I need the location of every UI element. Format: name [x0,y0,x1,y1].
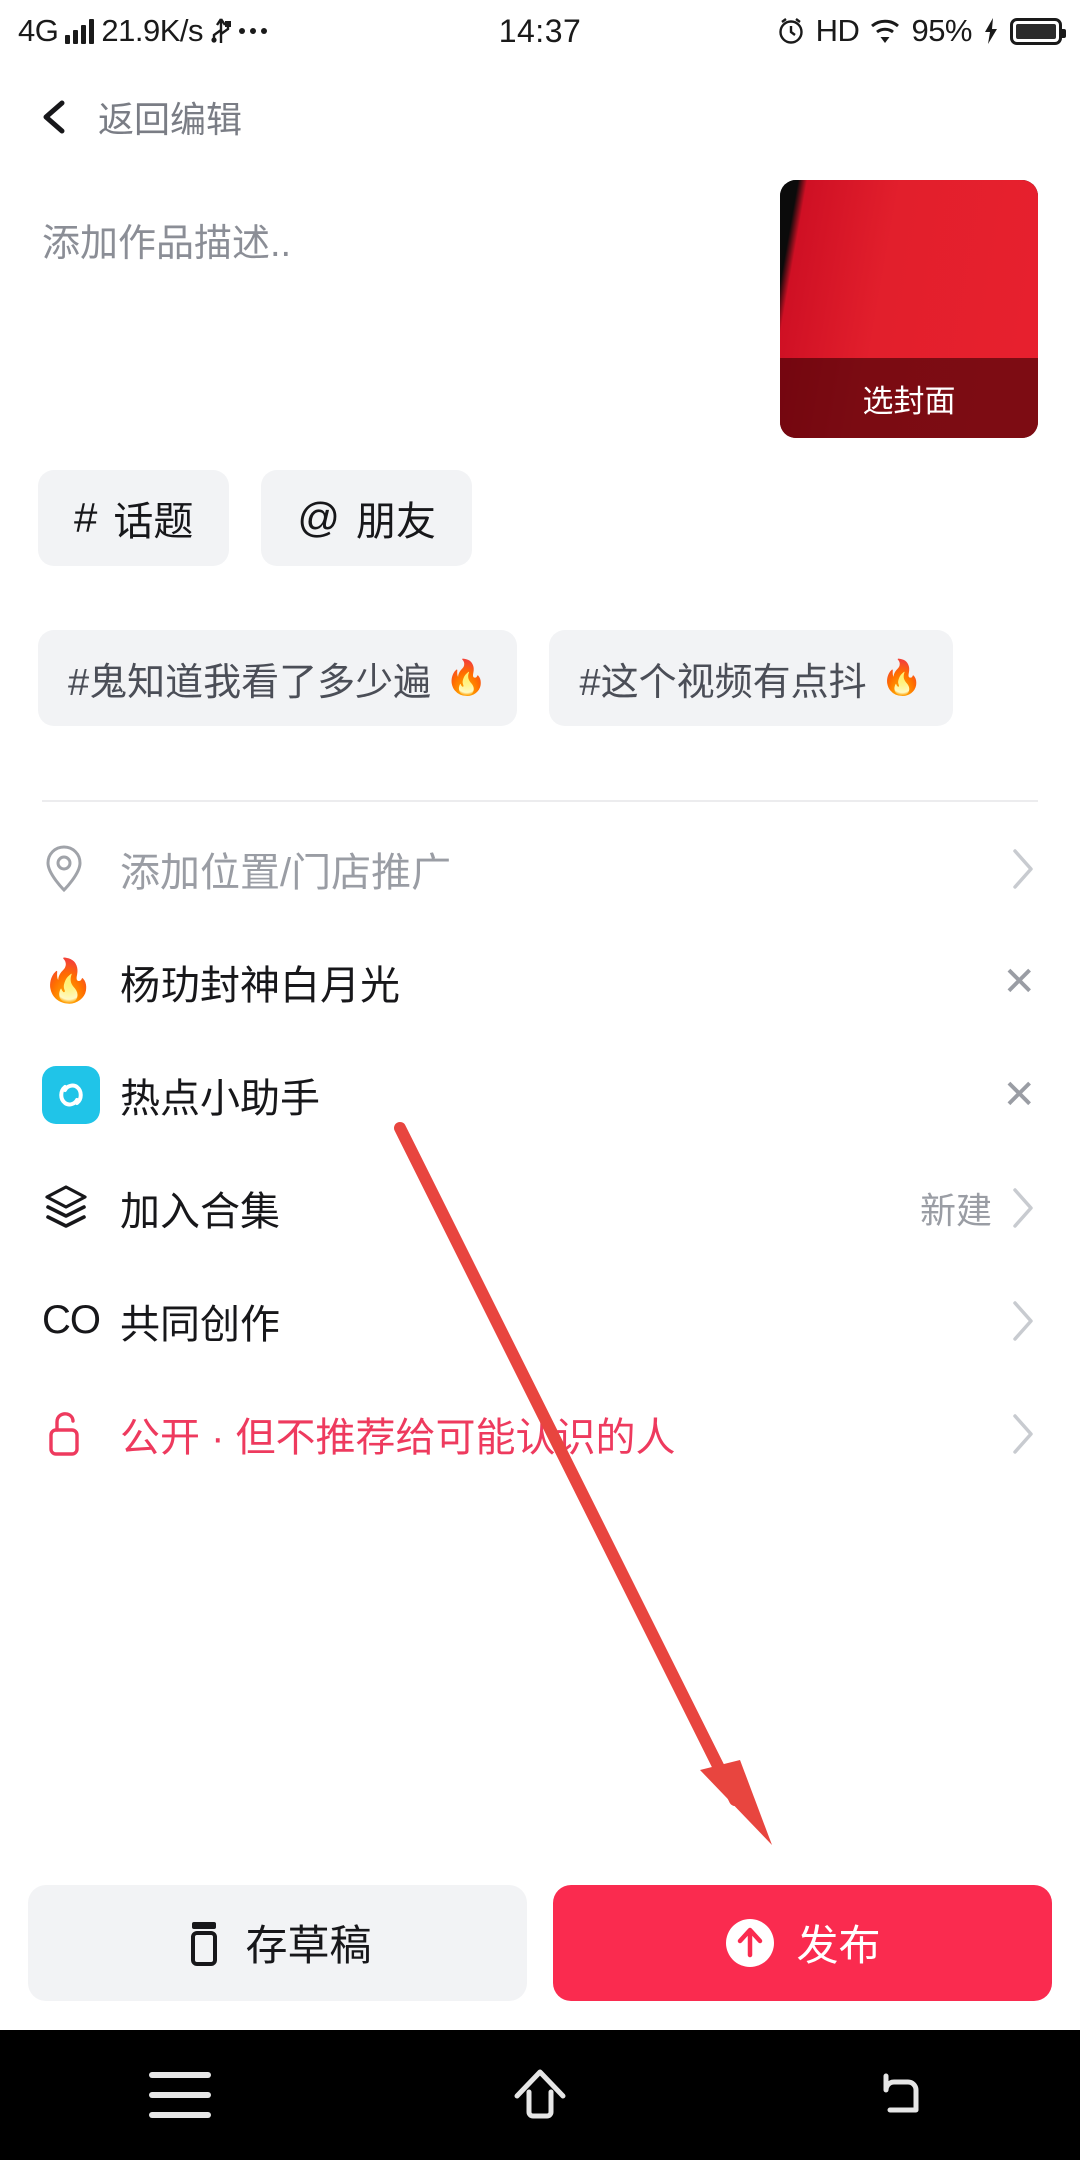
charging-bolt-icon [985,18,997,44]
row-hot-topic[interactable]: 🔥 杨玏封神白月光 ✕ [0,925,1080,1038]
description-placeholder: 添加作品描述.. [42,223,292,265]
home-icon [514,2069,566,2119]
battery-percent-label: 95% [911,13,972,48]
recents-button[interactable] [120,2055,240,2135]
at-icon: @ [297,494,340,541]
row-hot-assistant[interactable]: 热点小助手 ✕ [0,1038,1080,1151]
row-label: 添加位置/门店推广 [120,850,452,895]
menu-icon [149,2072,211,2118]
row-label: 热点小助手 [120,1076,320,1121]
cover-select-label: 选封面 [862,383,956,419]
hash-icon: # [74,494,98,541]
row-add-to-collection[interactable]: 加入合集 新建 [0,1151,1080,1264]
row-add-location[interactable]: 添加位置/门店推广 [0,812,1080,925]
friend-label: 朋友 [356,500,436,544]
wifi-icon [871,19,900,43]
hashtag-chip-label: #鬼知道我看了多少遍 [68,661,432,704]
friend-button[interactable]: @ 朋友 [261,470,472,566]
save-draft-label: 存草稿 [245,1922,372,1969]
remove-icon[interactable]: ✕ [1002,962,1036,1002]
back-button[interactable] [840,2055,960,2135]
back-to-edit-label[interactable]: 返回编辑 [98,91,242,143]
row-label: 加入合集 [120,1189,280,1234]
hot-assistant-app-icon [42,1065,100,1124]
chevron-right-icon [1013,1187,1033,1228]
flame-icon: 🔥 [880,659,923,697]
android-nav-bar [0,2030,1080,2160]
cover-select-overlay[interactable]: 选封面 [780,358,1038,438]
navigation-header: 返回编辑 [0,62,1080,172]
suggested-hashtags: #鬼知道我看了多少遍 🔥 #这个视频有点抖 🔥 [38,630,953,726]
upload-arrow-icon [726,1918,775,1967]
chevron-right-icon [1013,1413,1033,1454]
clock-label: 14:37 [498,12,582,49]
save-draft-button[interactable]: 存草稿 [28,1884,527,2001]
chevron-right-icon [1013,1300,1033,1341]
row-label: 杨玏封神白月光 [120,963,400,1008]
alarm-icon [778,18,803,44]
publish-label: 发布 [796,1922,881,1969]
quick-insert-pills: # 话题 @ 朋友 [38,470,472,566]
row-label: 公开 · 但不推荐给可能认识的人 [120,1415,676,1460]
draft-box-icon [191,1921,218,1966]
status-bar-right: HD 95% [776,13,1066,49]
row-value[interactable]: 新建 [920,1182,992,1234]
back-arrow-icon [883,2073,919,2113]
hd-label: HD [815,13,860,48]
section-divider [42,800,1038,802]
back-chevron-icon[interactable] [38,100,72,134]
option-rows: 添加位置/门店推广 🔥 杨玏封神白月光 ✕ 热点小助手 ✕ 加入合集 新建 CO… [0,812,1080,1490]
flame-icon: 🔥 [445,659,488,697]
bottom-action-bar: 存草稿 发布 [0,1855,1080,2030]
layers-icon [42,1183,100,1233]
remove-icon[interactable]: ✕ [1002,1075,1036,1115]
cover-thumbnail[interactable]: 选封面 [780,180,1038,438]
chevron-right-icon [1013,848,1033,889]
topic-button[interactable]: # 话题 [38,470,230,566]
unlock-icon [42,1408,100,1460]
home-button[interactable] [480,2055,600,2135]
location-pin-icon [42,843,100,895]
hashtag-chip-label: #这个视频有点抖 [579,661,867,704]
publish-button[interactable]: 发布 [553,1884,1052,2001]
hashtag-chip[interactable]: #鬼知道我看了多少遍 🔥 [38,630,518,726]
hashtag-chip[interactable]: #这个视频有点抖 🔥 [549,630,953,726]
flame-emoji-icon: 🔥 [42,957,95,1004]
status-bar: 4G 21.9K/s 14:37 HD 95% [0,0,1080,62]
row-co-create[interactable]: CO 共同创作 [0,1264,1080,1377]
co-create-icon: CO [42,1298,101,1342]
row-label: 共同创作 [120,1302,280,1347]
battery-icon [1010,17,1066,45]
topic-label: 话题 [113,500,194,544]
row-privacy-setting[interactable]: 公开 · 但不推荐给可能认识的人 [0,1377,1080,1490]
